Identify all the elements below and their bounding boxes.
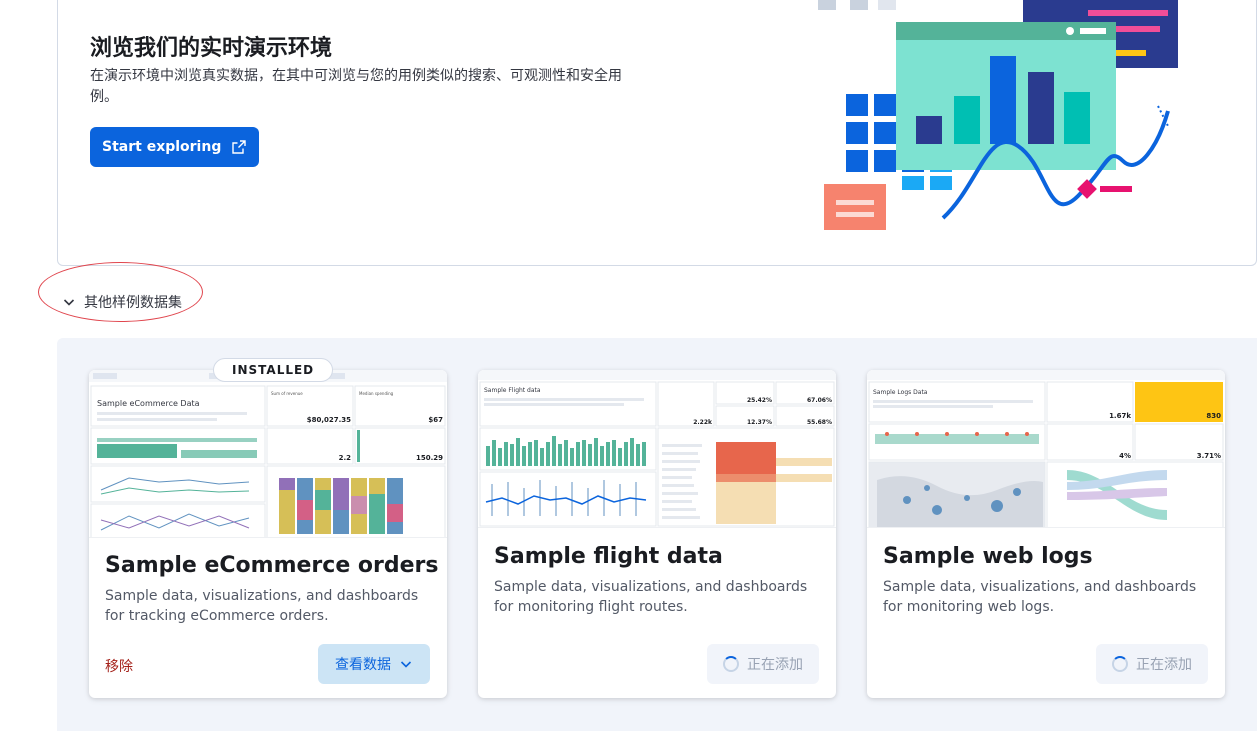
card-title: Sample web logs (883, 544, 1093, 569)
view-data-label: 查看数据 (335, 657, 391, 673)
svg-text:4%: 4% (1119, 452, 1131, 460)
other-datasets-label: 其他样例数据集 (84, 295, 182, 311)
start-exploring-button[interactable]: Start exploring (90, 127, 260, 167)
thumb-heading: Sample Flight data (484, 387, 541, 394)
adding-button: 正在添加 (707, 644, 819, 684)
ecommerce-dashboard-thumbnail: Sample eCommerce Data Sum of revenue $80… (89, 370, 447, 538)
card-ecommerce: INSTALLED Sample eCommerce Data Sum of r… (89, 358, 447, 698)
adding-label: 正在添加 (1136, 657, 1192, 673)
hero-illustration (818, 0, 1178, 230)
thumb-trans-value: 150.29 (416, 454, 443, 462)
installed-badge: INSTALLED (213, 358, 334, 382)
card-description: Sample data, visualizations, and dashboa… (883, 579, 1197, 615)
svg-text:25.42%: 25.42% (747, 397, 772, 404)
svg-text:830: 830 (1206, 412, 1221, 420)
chevron-down-icon (400, 661, 412, 668)
adding-button: 正在添加 (1096, 644, 1208, 684)
view-data-button[interactable]: 查看数据 (318, 644, 430, 684)
svg-text:1.67k: 1.67k (1109, 412, 1131, 420)
chevron-down-icon (63, 299, 75, 306)
thumb-heading: Sample eCommerce Data (97, 399, 200, 408)
demo-environment-panel: 浏览我们的实时演示环境 在演示环境中浏览真实数据，在其中可浏览与您的用例类似的搜… (57, 0, 1257, 266)
thumb-sum-label: Sum of revenue (271, 391, 303, 396)
remove-button[interactable]: 移除 (105, 656, 133, 676)
card-web-logs: Sample Logs Data 1.67k 830 4% 3.71% Samp… (867, 370, 1225, 698)
card-description: Sample data, visualizations, and dashboa… (494, 579, 808, 615)
hero-title: 浏览我们的实时演示环境 (90, 36, 333, 61)
card-title: Sample eCommerce orders (105, 553, 439, 578)
logs-dashboard-thumbnail: Sample Logs Data 1.67k 830 4% 3.71% (867, 370, 1225, 528)
card-flights: Sample Flight data 2.22k 25.42% 67.06% 1… (478, 370, 836, 698)
hero-description: 在演示环境中浏览真实数据，在其中可浏览与您的用例类似的搜索、可观测性和安全用例。 (90, 68, 622, 105)
thumb-sum-value: $80,027.35 (307, 416, 351, 424)
thumb-heading: Sample Logs Data (873, 389, 928, 396)
svg-text:55.68%: 55.68% (807, 419, 832, 426)
thumb-median-label: Median spending (359, 391, 394, 396)
thumb-median-value: $67 (428, 416, 443, 424)
flights-dashboard-thumbnail: Sample Flight data 2.22k 25.42% 67.06% 1… (478, 370, 836, 528)
svg-text:2.22k: 2.22k (693, 419, 713, 426)
svg-text:67.06%: 67.06% (807, 397, 832, 404)
loading-spinner-icon (723, 656, 739, 672)
card-description: Sample data, visualizations, and dashboa… (105, 588, 419, 624)
card-title: Sample flight data (494, 544, 723, 569)
start-exploring-label: Start exploring (102, 139, 222, 155)
loading-spinner-icon (1112, 656, 1128, 672)
external-link-icon (232, 140, 247, 154)
svg-text:3.71%: 3.71% (1197, 452, 1221, 460)
svg-text:12.37%: 12.37% (747, 419, 772, 426)
thumb-avg-value: 2.2 (339, 454, 352, 462)
adding-label: 正在添加 (747, 657, 803, 673)
other-datasets-toggle[interactable]: 其他样例数据集 (62, 292, 182, 312)
